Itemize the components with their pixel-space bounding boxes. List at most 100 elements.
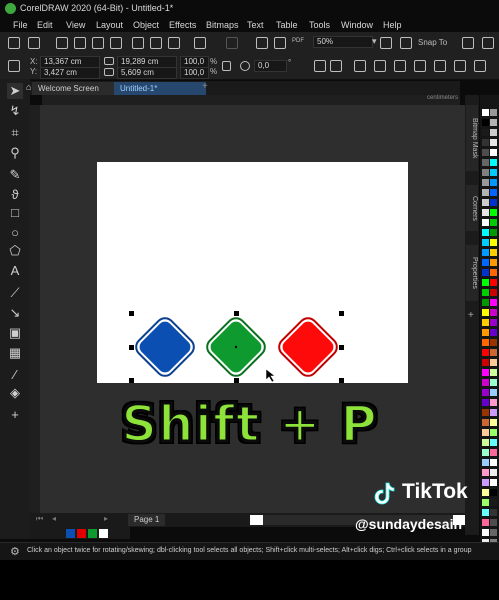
- palette-swatch[interactable]: [490, 269, 497, 276]
- palette-swatch[interactable]: [490, 239, 497, 246]
- docker-tabs: Bitmap Mask Corners Properties +: [465, 95, 479, 535]
- palette-swatch[interactable]: [482, 119, 489, 126]
- palette-swatch[interactable]: [490, 359, 497, 366]
- bottom-black-area: [0, 560, 499, 600]
- palette-swatch[interactable]: [482, 239, 489, 246]
- red-diamond-shape[interactable]: [275, 314, 340, 379]
- palette-swatch[interactable]: [490, 219, 497, 226]
- selection-overlay: [129, 311, 344, 383]
- palette-swatch[interactable]: [490, 119, 497, 126]
- palette-swatch[interactable]: [490, 259, 497, 266]
- palette-swatch[interactable]: [490, 349, 497, 356]
- palette-swatch[interactable]: [482, 289, 489, 296]
- page-1-tab[interactable]: Page 1: [128, 514, 166, 526]
- palette-swatch[interactable]: [482, 219, 489, 226]
- docker-tab-properties[interactable]: Properties: [466, 245, 478, 301]
- first-page-icon[interactable]: ⏮: [36, 514, 43, 524]
- palette-swatch[interactable]: [490, 279, 497, 286]
- palette-swatch[interactable]: [482, 129, 489, 136]
- palette-swatch[interactable]: [482, 489, 489, 496]
- palette-swatch[interactable]: [482, 199, 489, 206]
- palette-swatch[interactable]: [490, 479, 497, 486]
- palette-swatch[interactable]: [490, 309, 497, 316]
- palette-swatch[interactable]: [482, 229, 489, 236]
- palette-swatch[interactable]: [482, 309, 489, 316]
- palette-swatch[interactable]: [482, 179, 489, 186]
- palette-swatch[interactable]: [482, 269, 489, 276]
- next-page-icon[interactable]: ▸: [104, 514, 108, 523]
- palette-swatch[interactable]: [482, 259, 489, 266]
- palette-swatch[interactable]: [490, 499, 497, 506]
- status-gear-icon[interactable]: ⚙: [10, 545, 20, 558]
- palette-swatch[interactable]: [482, 519, 489, 526]
- palette-swatch[interactable]: [490, 289, 497, 296]
- palette-swatch[interactable]: [490, 319, 497, 326]
- tiktok-username: @sundaydesain: [355, 516, 463, 532]
- doc-swatch-white[interactable]: [99, 529, 108, 538]
- blue-diamond-fill: [139, 321, 191, 373]
- palette-swatch[interactable]: [490, 369, 497, 376]
- palette-swatch[interactable]: [482, 139, 489, 146]
- palette-swatch[interactable]: [482, 299, 489, 306]
- palette-swatch[interactable]: [482, 189, 489, 196]
- palette-swatch[interactable]: [490, 249, 497, 256]
- doc-swatch-green[interactable]: [88, 529, 97, 538]
- palette-swatch[interactable]: [490, 379, 497, 386]
- red-diamond-fill: [282, 321, 334, 373]
- mouse-cursor-icon: [265, 368, 276, 383]
- palette-swatch[interactable]: [482, 249, 489, 256]
- palette-swatch[interactable]: [482, 379, 489, 386]
- docker-tab-bitmap-mask[interactable]: Bitmap Mask: [466, 105, 478, 171]
- palette-swatch[interactable]: [490, 329, 497, 336]
- palette-swatch[interactable]: [482, 509, 489, 516]
- palette-swatch[interactable]: [490, 179, 497, 186]
- palette-swatch[interactable]: [490, 299, 497, 306]
- palette-swatch[interactable]: [490, 139, 497, 146]
- palette-swatch[interactable]: [482, 459, 489, 466]
- palette-swatch[interactable]: [482, 159, 489, 166]
- prev-page-icon[interactable]: ◂: [52, 514, 56, 523]
- green-diamond-shape[interactable]: [203, 314, 268, 379]
- palette-swatch[interactable]: [490, 209, 497, 216]
- palette-swatch[interactable]: [482, 359, 489, 366]
- palette-swatch[interactable]: [490, 199, 497, 206]
- palette-swatch[interactable]: [490, 509, 497, 516]
- palette-swatch[interactable]: [490, 459, 497, 466]
- palette-swatch[interactable]: [490, 169, 497, 176]
- docker-tab-corners[interactable]: Corners: [466, 185, 478, 231]
- palette-swatch[interactable]: [490, 229, 497, 236]
- palette-swatch[interactable]: [490, 149, 497, 156]
- palette-swatch[interactable]: [482, 209, 489, 216]
- palette-swatch[interactable]: [490, 529, 497, 536]
- color-palette: [480, 95, 499, 555]
- doc-swatch-blue[interactable]: [66, 529, 75, 538]
- palette-swatch[interactable]: [490, 159, 497, 166]
- status-hint-text: Click an object twice for rotating/skewi…: [27, 547, 472, 554]
- shift-p-caption: Shift + P: [120, 394, 379, 455]
- palette-swatch[interactable]: [482, 369, 489, 376]
- palette-swatch[interactable]: [482, 469, 489, 476]
- palette-swatch[interactable]: [482, 499, 489, 506]
- palette-swatch[interactable]: [482, 169, 489, 176]
- palette-swatch[interactable]: [482, 339, 489, 346]
- palette-swatch[interactable]: [490, 339, 497, 346]
- palette-swatch[interactable]: [482, 279, 489, 286]
- palette-swatch[interactable]: [490, 519, 497, 526]
- palette-swatch[interactable]: [482, 149, 489, 156]
- palette-swatch[interactable]: [490, 489, 497, 496]
- palette-swatch[interactable]: [482, 349, 489, 356]
- palette-swatch[interactable]: [482, 479, 489, 486]
- tiktok-logo-icon: [374, 482, 395, 505]
- palette-swatch[interactable]: [490, 189, 497, 196]
- blue-diamond-shape[interactable]: [132, 314, 197, 379]
- document-palette: [30, 527, 130, 539]
- palette-swatch[interactable]: [482, 319, 489, 326]
- palette-swatch[interactable]: [490, 469, 497, 476]
- doc-swatch-red[interactable]: [77, 529, 86, 538]
- palette-swatch[interactable]: [482, 109, 489, 116]
- palette-swatch[interactable]: [482, 529, 489, 536]
- add-docker-plus-icon[interactable]: +: [468, 310, 474, 321]
- palette-swatch[interactable]: [490, 109, 497, 116]
- palette-swatch[interactable]: [482, 329, 489, 336]
- palette-swatch[interactable]: [490, 129, 497, 136]
